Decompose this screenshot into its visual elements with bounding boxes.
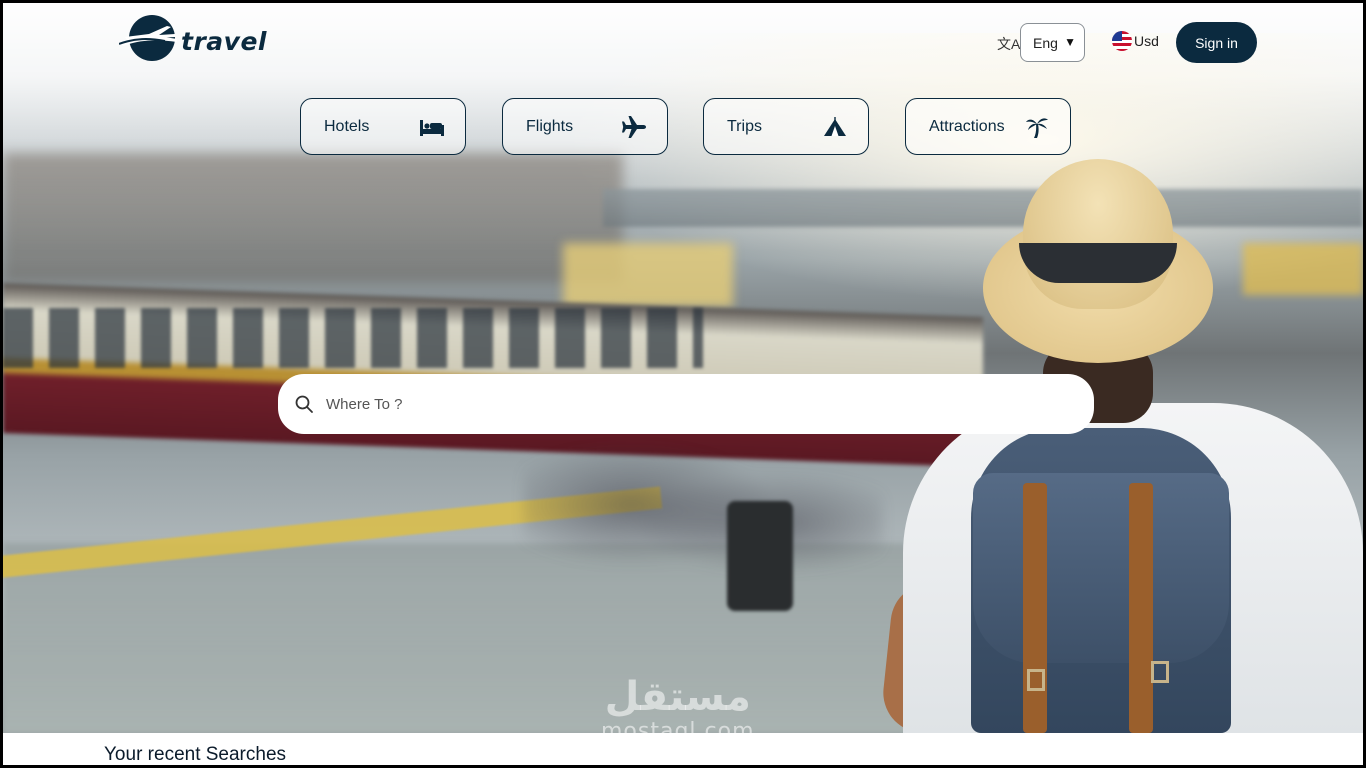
tab-flights[interactable]: Flights (502, 98, 668, 155)
us-flag-icon (1112, 31, 1132, 51)
airplane-icon (622, 115, 646, 138)
backpack-flap (973, 473, 1229, 663)
backpack-strap-left (1023, 483, 1047, 733)
brand-logo[interactable]: travel (119, 13, 267, 63)
tab-flights-label: Flights (526, 117, 574, 135)
search-input[interactable] (326, 395, 1026, 413)
backpack-strap-right (1129, 483, 1153, 733)
station-roof (3, 153, 623, 283)
brand-name: travel (181, 26, 267, 56)
suitcase (727, 501, 793, 611)
recent-searches-title: Your recent Searches (104, 744, 287, 765)
backpack-buckle-left (1027, 669, 1045, 691)
sign-in-button[interactable]: Sign in (1176, 22, 1257, 63)
hat-band (1019, 243, 1177, 283)
search-bar[interactable] (278, 374, 1094, 434)
tab-attractions-label: Attractions (929, 117, 1005, 135)
palm-tree-icon (1026, 117, 1048, 138)
chevron-down-icon: ▼ (1064, 35, 1076, 49)
currency-label: Usd (1134, 33, 1159, 49)
currency-selector[interactable]: Usd (1112, 31, 1159, 51)
hero-background-image (3, 3, 1363, 733)
tab-hotels[interactable]: Hotels (300, 98, 466, 155)
bed-icon (420, 119, 444, 136)
backpack-buckle-right (1151, 661, 1169, 683)
language-select[interactable]: Eng ▼ (1020, 23, 1085, 62)
blurred-passengers (523, 433, 883, 613)
hat-crown (1023, 159, 1173, 309)
station-sign (563, 243, 733, 307)
traveler-figure (879, 153, 1363, 733)
watermark: مستقل mostaql.com (601, 675, 755, 745)
page: travel 文A Eng ▼ Usd Sign in Hotels Fligh… (0, 0, 1366, 768)
tab-trips[interactable]: Trips (703, 98, 869, 155)
tent-icon (824, 116, 846, 136)
language-selected-value: Eng (1033, 34, 1058, 51)
plane-globe-icon (119, 15, 177, 61)
tab-trips-label: Trips (727, 117, 762, 135)
translate-icon: 文A (997, 36, 1021, 52)
train-windows (3, 308, 703, 368)
search-icon (295, 395, 313, 413)
tab-hotels-label: Hotels (324, 117, 370, 135)
watermark-arabic: مستقل (604, 674, 751, 720)
tab-attractions[interactable]: Attractions (905, 98, 1071, 155)
watermark-latin: mostaql.com (601, 719, 755, 744)
